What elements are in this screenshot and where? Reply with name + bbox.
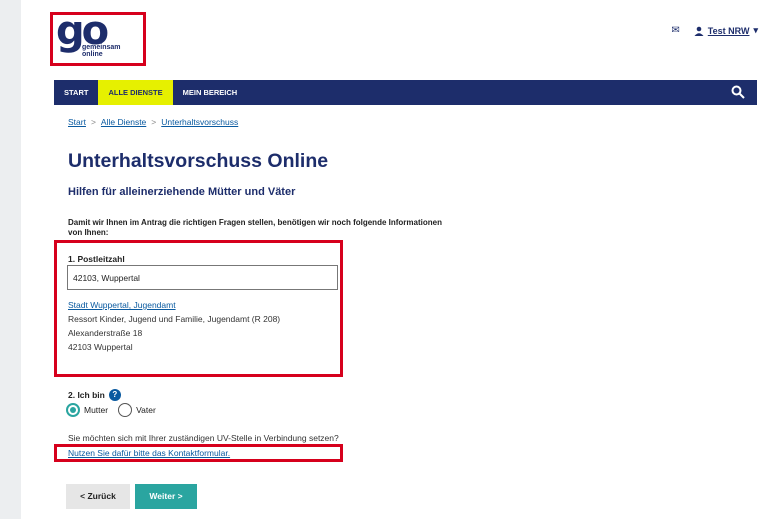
logo[interactable]: go gemeinsam online — [56, 8, 140, 62]
nav-item-start[interactable]: START — [54, 80, 98, 105]
role-radio-group: Mutter Vater — [66, 403, 166, 417]
chevron-down-icon: ▾ — [753, 25, 758, 35]
radio-vater-circle[interactable] — [118, 403, 133, 417]
breadcrumb-alle-dienste[interactable]: Alle Dienste — [101, 117, 146, 127]
logo-text: gemeinsam online — [82, 44, 121, 58]
radio-mutter-label: Mutter — [84, 405, 109, 415]
mail-icon[interactable]: ✉ — [671, 25, 679, 36]
breadcrumb-separator: > — [151, 117, 157, 127]
office-link[interactable]: Stadt Wuppertal, Jugendamt — [68, 298, 328, 312]
main-nav: START ALLE DIENSTE MEIN BEREICH — [54, 80, 757, 105]
page-subtitle: Hilfen für alleinerziehende Mütter und V… — [68, 186, 296, 198]
office-dept: Ressort Kinder, Jugend und Familie, Juge… — [68, 314, 281, 324]
contact-question: Sie möchten sich mit Ihrer zuständigen U… — [68, 433, 339, 443]
role-question: 2. Ich bin ? — [68, 389, 121, 401]
user-icon — [694, 26, 704, 36]
intro-text: Damit wir Ihnen im Antrag die richtigen … — [68, 218, 442, 237]
search-icon[interactable] — [731, 85, 745, 99]
back-button[interactable]: < Zurück — [66, 484, 130, 509]
nav-item-alle-dienste[interactable]: ALLE DIENSTE — [98, 80, 173, 105]
postcode-input[interactable] — [67, 265, 338, 290]
user-name: Test NRW — [707, 25, 750, 36]
breadcrumb-start[interactable]: Start — [68, 117, 86, 127]
contact-form-link[interactable]: Nutzen Sie dafür bitte das Kontaktformul… — [68, 448, 230, 458]
breadcrumb-unterhaltsvorschuss[interactable]: Unterhaltsvorschuss — [161, 117, 238, 127]
breadcrumb: Start > Alle Dienste > Unterhaltsvorschuss — [68, 117, 238, 127]
radio-mutter-circle[interactable] — [66, 403, 80, 417]
postcode-label: 1. Postleitzahl — [68, 254, 125, 264]
next-button[interactable]: Weiter > — [135, 484, 197, 509]
logo-line1: gemeinsam — [82, 44, 121, 51]
office-city: 42103 Wuppertal — [68, 342, 133, 352]
nav-item-mein-bereich[interactable]: MEIN BEREICH — [173, 80, 248, 105]
radio-mutter[interactable]: Mutter — [66, 403, 108, 417]
user-menu[interactable]: Test NRW ▾ — [694, 25, 758, 36]
radio-vater-label: Vater — [136, 405, 156, 415]
office-info: Stadt Wuppertal, Jugendamt Ressort Kinde… — [68, 298, 328, 354]
logo-line2: online — [82, 51, 103, 58]
breadcrumb-separator: > — [90, 117, 96, 127]
header-utilities: ✉ Test NRW ▾ — [671, 25, 758, 36]
help-icon[interactable]: ? — [108, 389, 121, 401]
page-title: Unterhaltsvorschuss Online — [68, 150, 329, 172]
radio-vater[interactable]: Vater — [118, 403, 156, 417]
role-label: 2. Ich bin — [68, 390, 105, 400]
office-street: Alexanderstraße 18 — [68, 328, 143, 338]
